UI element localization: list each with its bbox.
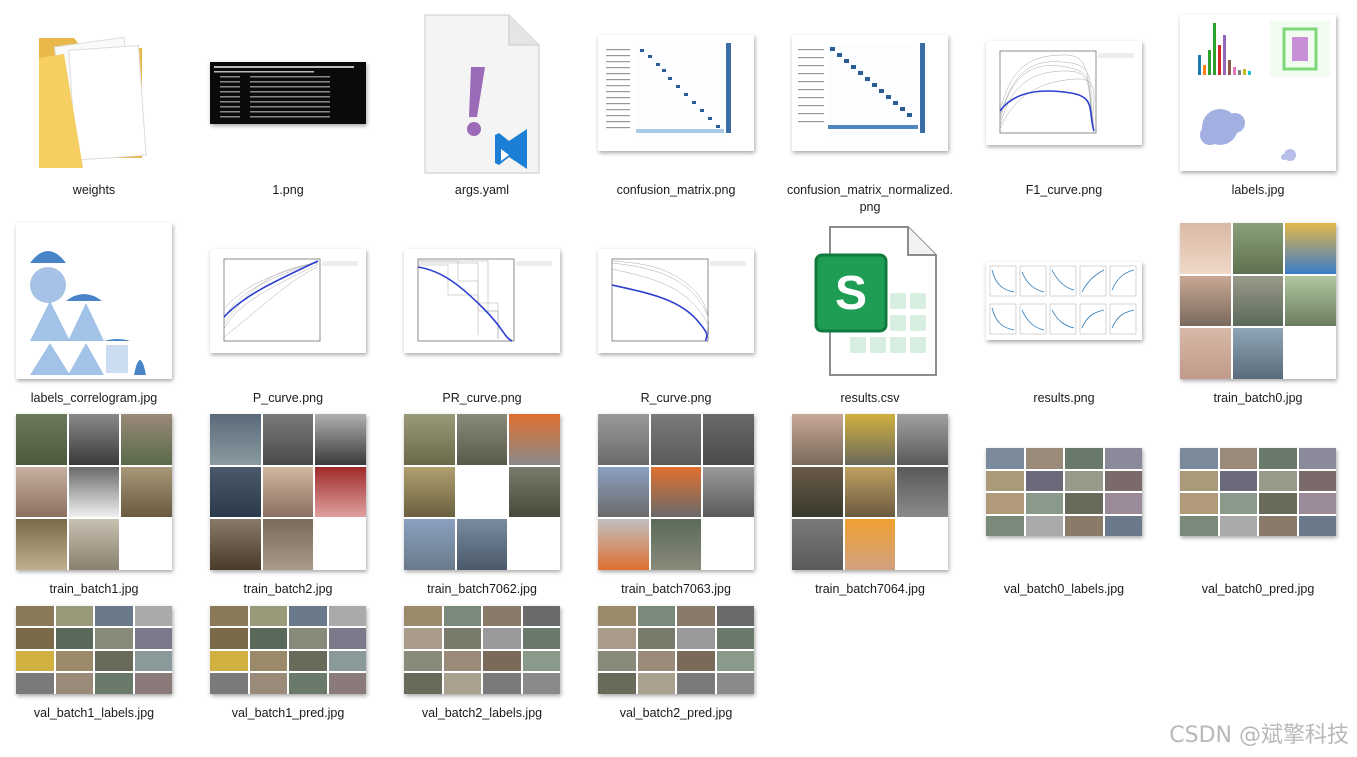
file-label: train_batch1.jpg <box>49 582 139 596</box>
file-train-batch7064[interactable]: train_batch7064.jpg <box>785 407 955 598</box>
file-label: P_curve.png <box>252 391 324 405</box>
file-label: results.csv <box>840 391 900 405</box>
file-label: val_batch0_labels.jpg <box>1003 582 1125 596</box>
file-p-curve[interactable]: P_curve.png <box>203 216 373 407</box>
yaml-file-icon <box>397 8 567 178</box>
file-train-batch1[interactable]: train_batch1.jpg <box>9 407 179 598</box>
file-pr-curve[interactable]: PR_curve.png <box>397 216 567 407</box>
file-val-batch2-pred[interactable]: val_batch2_pred.jpg <box>591 598 761 722</box>
file-label: train_batch7063.jpg <box>621 582 731 596</box>
confusion-matrix-thumb <box>598 35 754 151</box>
file-label: train_batch2.jpg <box>243 582 333 596</box>
val-grid-thumb <box>404 605 560 694</box>
photo-grid-thumb <box>1180 223 1336 379</box>
file-val-batch0-labels[interactable]: val_batch0_labels.jpg <box>979 407 1149 598</box>
file-label: val_batch1_pred.jpg <box>231 706 345 720</box>
folder-icon <box>9 8 179 178</box>
p-curve-thumb <box>210 249 366 353</box>
file-label: train_batch7062.jpg <box>427 582 537 596</box>
photo-grid-thumb <box>598 414 754 570</box>
photo-grid-thumb <box>792 414 948 570</box>
file-label: labels_correlogram.jpg <box>30 391 158 405</box>
file-label: PR_curve.png <box>442 391 522 405</box>
photo-grid-thumb <box>210 414 366 570</box>
file-val-batch1-labels[interactable]: val_batch1_labels.jpg <box>9 598 179 722</box>
file-labels-correlogram[interactable]: labels_correlogram.jpg <box>9 216 179 407</box>
file-weights[interactable]: weights <box>9 8 179 199</box>
file-r-curve[interactable]: R_curve.png <box>591 216 761 407</box>
file-label: weights <box>72 183 116 197</box>
file-label: train_batch0.jpg <box>1213 391 1303 405</box>
file-label: train_batch7064.jpg <box>815 582 925 596</box>
file-train-batch0[interactable]: train_batch0.jpg <box>1173 216 1343 407</box>
file-train-batch7062[interactable]: train_batch7062.jpg <box>397 407 567 598</box>
file-confusion-matrix-normalized[interactable]: confusion_matrix_normalized.png <box>785 8 955 216</box>
file-train-batch2[interactable]: train_batch2.jpg <box>203 407 373 598</box>
file-label: confusion_matrix.png <box>616 183 736 197</box>
val-grid-thumb <box>1180 448 1336 536</box>
file-label: labels.jpg <box>1231 183 1285 197</box>
file-label: results.png <box>1033 391 1095 405</box>
file-train-batch7063[interactable]: train_batch7063.jpg <box>591 407 761 598</box>
file-label: 1.png <box>272 183 304 197</box>
file-val-batch2-labels[interactable]: val_batch2_labels.jpg <box>397 598 567 722</box>
results-thumb <box>986 262 1142 340</box>
terminal-image-icon <box>210 62 366 124</box>
file-label: val_batch2_labels.jpg <box>421 706 543 720</box>
val-grid-thumb <box>986 448 1142 536</box>
val-grid-thumb <box>16 605 172 694</box>
file-label: args.yaml <box>454 183 510 197</box>
file-label: R_curve.png <box>640 391 712 405</box>
pr-curve-thumb <box>404 249 560 353</box>
file-label: val_batch2_pred.jpg <box>619 706 733 720</box>
file-label: confusion_matrix_normalized.png <box>786 183 954 214</box>
file-1-png[interactable]: 1.png <box>203 8 373 199</box>
confusion-matrix-norm-thumb <box>792 35 948 151</box>
file-results-csv[interactable]: S results.csv <box>785 216 955 407</box>
svg-text:S: S <box>835 267 867 320</box>
watermark: CSDN @斌擎科技 <box>1169 723 1349 748</box>
photo-grid-thumb <box>404 414 560 570</box>
file-labels-jpg[interactable]: labels.jpg <box>1173 8 1343 199</box>
f1-curve-thumb <box>986 41 1142 145</box>
file-label: F1_curve.png <box>1025 183 1103 197</box>
correlogram-thumb <box>16 223 172 379</box>
file-val-batch1-pred[interactable]: val_batch1_pred.jpg <box>203 598 373 722</box>
val-grid-thumb <box>598 605 754 694</box>
spreadsheet-file-icon: S <box>785 216 955 386</box>
file-label: val_batch1_labels.jpg <box>33 706 155 720</box>
file-results-png[interactable]: results.png <box>979 216 1149 407</box>
file-val-batch0-pred[interactable]: val_batch0_pred.jpg <box>1173 407 1343 598</box>
val-grid-thumb <box>210 605 366 694</box>
r-curve-thumb <box>598 249 754 353</box>
photo-grid-thumb <box>16 414 172 570</box>
labels-thumb <box>1180 15 1336 171</box>
file-args-yaml[interactable]: args.yaml <box>397 8 567 199</box>
file-f1-curve[interactable]: F1_curve.png <box>979 8 1149 199</box>
file-label: val_batch0_pred.jpg <box>1201 582 1315 596</box>
file-confusion-matrix[interactable]: confusion_matrix.png <box>591 8 761 199</box>
